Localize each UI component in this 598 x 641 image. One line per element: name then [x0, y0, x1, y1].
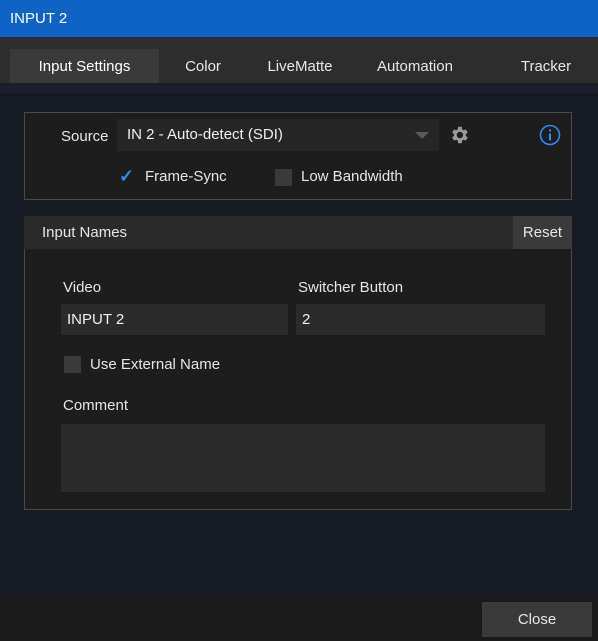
- tab-livematte[interactable]: LiveMatte: [250, 49, 350, 83]
- comment-textarea[interactable]: [61, 424, 545, 492]
- frame-sync-checkbox[interactable]: ✓: [119, 166, 136, 186]
- input-names-title: Input Names: [42, 224, 128, 241]
- tab-separator: [0, 83, 598, 93]
- checkmark-icon: ✓: [119, 166, 135, 186]
- switcher-button-input[interactable]: 2: [296, 304, 545, 335]
- tab-tracker[interactable]: Tracker: [506, 49, 586, 83]
- source-select[interactable]: IN 2 - Auto-detect (SDI): [117, 119, 439, 151]
- close-button[interactable]: Close: [482, 602, 592, 637]
- tab-bar: Input Settings Color LiveMatte Automatio…: [0, 37, 598, 83]
- window-title: INPUT 2: [10, 10, 68, 27]
- reset-button[interactable]: Reset: [513, 216, 572, 249]
- use-external-name-label: Use External Name: [90, 356, 221, 373]
- title-bar: INPUT 2: [0, 0, 598, 37]
- video-name-input[interactable]: INPUT 2: [61, 304, 288, 335]
- low-bandwidth-checkbox[interactable]: [275, 169, 292, 186]
- chevron-down-icon: [415, 132, 429, 139]
- frame-sync-label: Frame-Sync: [145, 168, 227, 185]
- comment-label: Comment: [63, 397, 129, 414]
- input-names-header: Input Names: [24, 216, 572, 249]
- source-select-value: IN 2 - Auto-detect (SDI): [127, 126, 283, 143]
- tab-input-settings[interactable]: Input Settings: [10, 49, 159, 83]
- low-bandwidth-label: Low Bandwidth: [301, 168, 403, 185]
- gear-icon[interactable]: [448, 124, 470, 146]
- switcher-button-label: Switcher Button: [298, 279, 404, 296]
- tab-automation[interactable]: Automation: [360, 49, 470, 83]
- tab-color[interactable]: Color: [168, 49, 238, 83]
- use-external-name-checkbox[interactable]: [64, 356, 81, 373]
- info-icon[interactable]: [539, 124, 561, 146]
- source-label: Source: [61, 128, 109, 145]
- video-label: Video: [63, 279, 102, 296]
